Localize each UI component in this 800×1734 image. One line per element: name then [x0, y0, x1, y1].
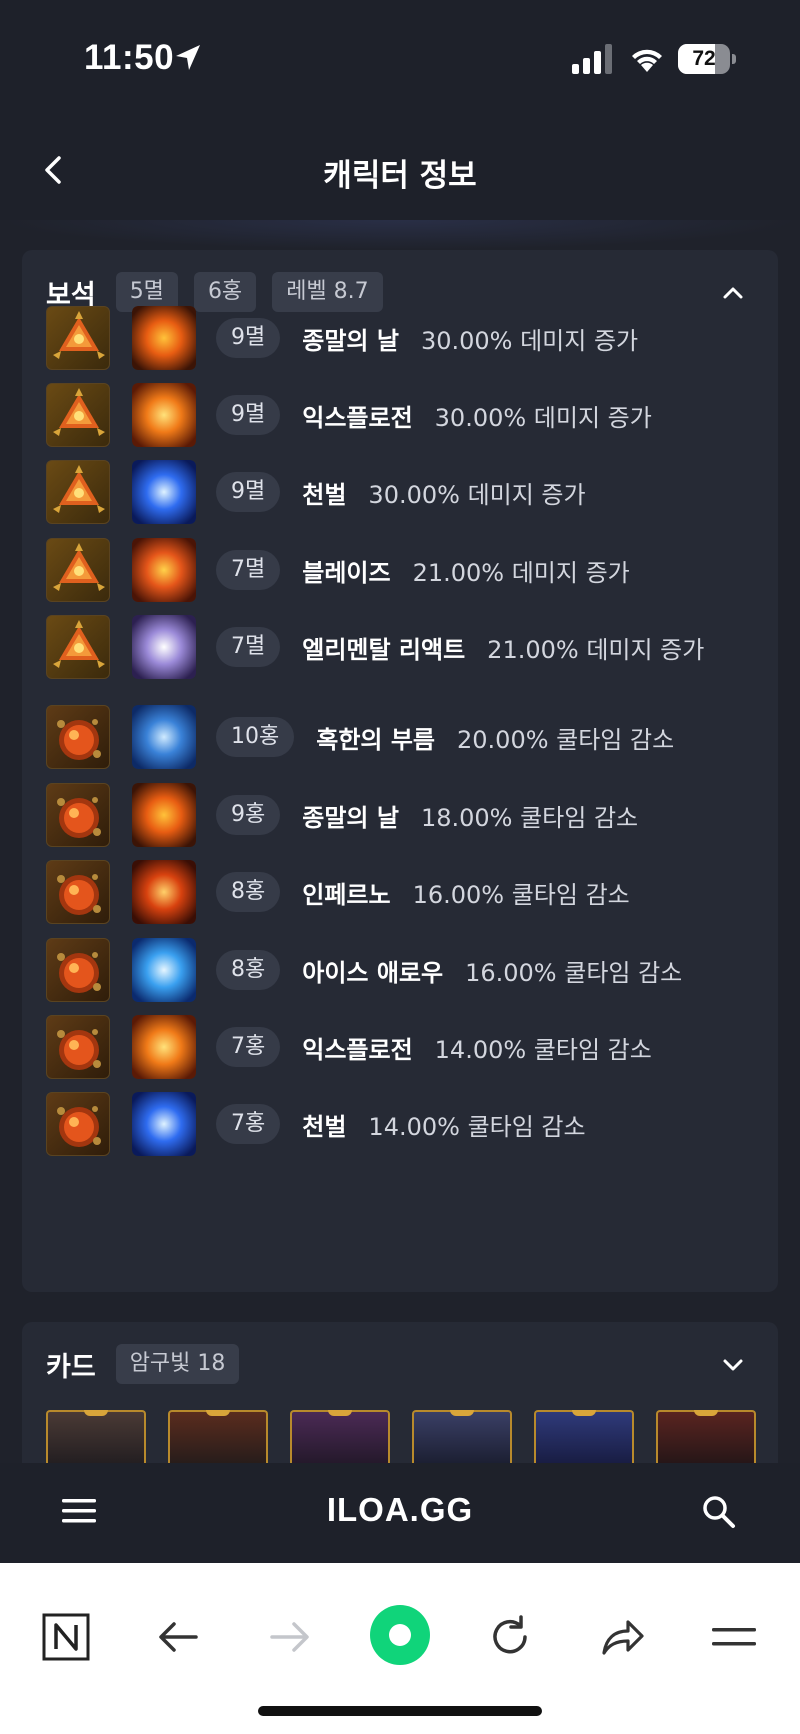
- doom-gem-icon: [46, 460, 110, 524]
- skill-name: 종말의 날: [302, 803, 399, 832]
- gem-row[interactable]: 9멸 천벌 30.00% 데미지 증가: [46, 460, 766, 524]
- skill-name: 종말의 날: [302, 326, 399, 355]
- inferno-skill-icon: [132, 860, 196, 924]
- skill-name: 익스플로전: [302, 403, 413, 432]
- gem-row[interactable]: 7홍 익스플로전 14.00% 쿨타임 감소: [46, 1015, 766, 1079]
- more-menu-icon[interactable]: [708, 1611, 760, 1663]
- crystal-skill-icon: [132, 615, 196, 679]
- skill-name: 블레이즈: [302, 558, 391, 587]
- skill-name: 천벌: [302, 480, 347, 509]
- skill-name: 엘리멘탈 리액트: [302, 635, 466, 664]
- skill-name: 천벌: [302, 1112, 347, 1141]
- green-dot-home-icon[interactable]: [368, 1603, 432, 1667]
- card-panel: 카드 암구빛 18: [22, 1322, 778, 1472]
- naver-home-icon[interactable]: [40, 1611, 92, 1663]
- skill-name: 인페르노: [302, 880, 391, 909]
- share-arrow-icon[interactable]: [596, 1611, 648, 1663]
- doom-gem-icon: [46, 383, 110, 447]
- search-icon[interactable]: [700, 1493, 736, 1529]
- doom-gem-icon: [46, 615, 110, 679]
- gem-effect: 30.00% 데미지 증가: [368, 480, 586, 509]
- meteor-skill-icon: [132, 783, 196, 847]
- gem-effect: 14.00% 쿨타임 감소: [434, 1035, 652, 1064]
- reload-icon[interactable]: [484, 1611, 536, 1663]
- gem-row[interactable]: 7멸 엘리멘탈 리액트 21.00% 데미지 증가: [46, 615, 766, 679]
- ruby-gem-icon: [46, 938, 110, 1002]
- ruby-gem-icon: [46, 1015, 110, 1079]
- gem-level-badge: 7홍: [216, 1027, 281, 1067]
- location-arrow-icon: [176, 45, 200, 70]
- lightning-skill-icon: [132, 460, 196, 524]
- gem-level-badge: 7홍: [216, 1104, 281, 1144]
- gem-effect: 30.00% 데미지 증가: [434, 403, 652, 432]
- doom-gem-icon: [46, 538, 110, 602]
- ruby-gem-icon: [46, 705, 110, 769]
- site-logo[interactable]: ILOA.GG: [0, 1491, 800, 1529]
- gem-row[interactable]: 8홍 아이스 애로우 16.00% 쿨타임 감소: [46, 938, 766, 1002]
- gem-level-badge: 9멸: [216, 472, 281, 512]
- gem-effect: 21.00% 데미지 증가: [412, 558, 630, 587]
- gem-level-badge: 7멸: [216, 627, 281, 667]
- skill-name: 익스플로전: [302, 1035, 413, 1064]
- gem-row[interactable]: 9홍 종말의 날 18.00% 쿨타임 감소: [46, 783, 766, 847]
- gem-level-badge: 10홍: [216, 717, 295, 757]
- home-indicator[interactable]: [258, 1706, 542, 1716]
- gem-level-badge: 9멸: [216, 395, 281, 435]
- gem-level-badge: 7멸: [216, 550, 281, 590]
- collapse-chevron-up-icon[interactable]: [718, 278, 748, 308]
- site-nav-bar: ILOA.GG: [0, 1463, 800, 1563]
- card-set-tag: 암구빛 18: [115, 1344, 240, 1384]
- battery-indicator: 72: [678, 44, 736, 74]
- gem-level-badge: 8홍: [216, 872, 281, 912]
- ruby-gem-icon: [46, 1092, 110, 1156]
- gem-effect: 21.00% 데미지 증가: [487, 635, 705, 664]
- status-time: 11:50: [84, 38, 175, 77]
- wifi-icon: [632, 49, 662, 72]
- fireball-skill-icon: [132, 1015, 196, 1079]
- gem-effect: 16.00% 쿨타임 감소: [412, 880, 630, 909]
- lightning-skill-icon: [132, 1092, 196, 1156]
- ice-arrow-skill-icon: [132, 938, 196, 1002]
- back-arrow-icon[interactable]: [152, 1611, 204, 1663]
- fireball-skill-icon: [132, 383, 196, 447]
- header-divider: [0, 220, 800, 250]
- status-bar: 11:50 72: [0, 0, 800, 120]
- gem-level-badge: 9홍: [216, 795, 281, 835]
- gem-effect: 30.00% 데미지 증가: [420, 326, 639, 355]
- gem-effect: 18.00% 쿨타임 감소: [420, 803, 639, 832]
- ruby-gem-icon: [46, 860, 110, 924]
- gem-level-badge: 9멸: [216, 318, 281, 358]
- gem-row[interactable]: 9멸 익스플로전 30.00% 데미지 증가: [46, 383, 766, 447]
- doom-gem-icon: [46, 306, 110, 370]
- gem-row[interactable]: 9멸 종말의 날 30.00% 데미지 증가: [46, 306, 766, 370]
- skill-name: 혹한의 부름: [316, 725, 435, 754]
- page-title: 캐릭터 정보: [323, 158, 477, 194]
- gem-effect: 20.00% 쿨타임 감소: [457, 725, 675, 754]
- gem-row[interactable]: 7홍 천벌 14.00% 쿨타임 감소: [46, 1092, 766, 1156]
- ruby-gem-icon: [46, 783, 110, 847]
- expand-chevron-down-icon[interactable]: [718, 1350, 748, 1380]
- frost-skill-icon: [132, 705, 196, 769]
- blaze-skill-icon: [132, 538, 196, 602]
- card-panel-header: 카드 암구빛 18: [46, 1344, 255, 1384]
- forward-arrow-icon[interactable]: [264, 1611, 316, 1663]
- card-section-title: 카드: [46, 1351, 96, 1383]
- skill-name: 아이스 애로우: [302, 958, 444, 987]
- gem-row[interactable]: 10홍 혹한의 부름 20.00% 쿨타임 감소: [46, 705, 766, 769]
- gem-effect: 16.00% 쿨타임 감소: [465, 958, 683, 987]
- cellular-signal-icon: [572, 44, 612, 74]
- gem-panel: 보석 5멸 6홍 레벨 8.7 9멸 종말의 날 30.00% 데미지 증가 9멸 익스…: [22, 250, 778, 1292]
- app-header: 캐릭터 정보: [0, 120, 800, 220]
- gem-level-badge: 8홍: [216, 950, 281, 990]
- battery-percent: 72: [692, 47, 716, 70]
- gem-row[interactable]: 8홍 인페르노 16.00% 쿨타임 감소: [46, 860, 766, 924]
- gem-row[interactable]: 7멸 블레이즈 21.00% 데미지 증가: [46, 538, 766, 602]
- gem-effect: 14.00% 쿨타임 감소: [368, 1112, 586, 1141]
- meteor-skill-icon: [132, 306, 196, 370]
